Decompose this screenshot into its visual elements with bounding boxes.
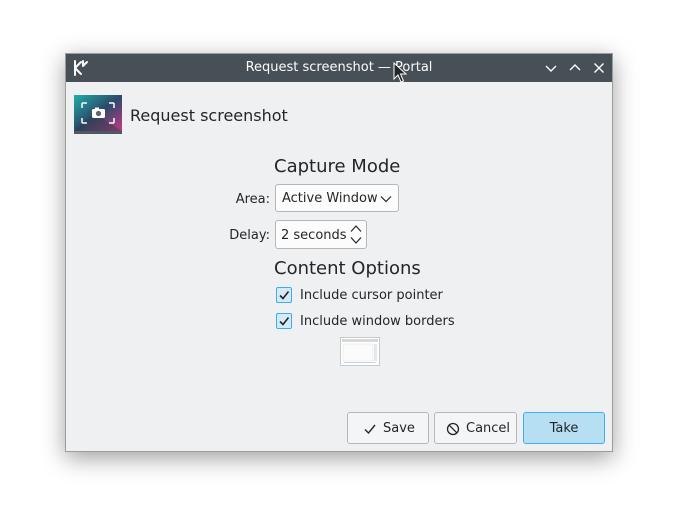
- delay-label: Delay:: [229, 228, 270, 243]
- dialog-header-title: Request screenshot: [130, 106, 288, 125]
- save-button-label: Save: [383, 421, 415, 436]
- include-cursor-checkbox[interactable]: [276, 287, 292, 303]
- portal-dialog-window: Request screenshot — Portal Request scre…: [65, 53, 613, 452]
- minimize-button[interactable]: [543, 60, 559, 76]
- spin-down-icon[interactable]: [350, 236, 362, 245]
- chevron-down-icon: [380, 196, 392, 203]
- maximize-button[interactable]: [567, 60, 583, 76]
- content-options-heading: Content Options: [274, 258, 421, 279]
- chevron-down-icon: [545, 65, 557, 72]
- cancel-button-label: Cancel: [466, 421, 511, 436]
- save-button[interactable]: Save: [347, 412, 429, 444]
- capture-mode-heading: Capture Mode: [274, 156, 401, 177]
- spin-up-icon[interactable]: [350, 224, 362, 233]
- checkmark-icon: [279, 317, 290, 326]
- chevron-up-icon: [569, 64, 581, 71]
- mouse-cursor-icon: [393, 62, 407, 83]
- title-bar[interactable]: Request screenshot — Portal: [66, 54, 612, 82]
- checkmark-icon: [364, 424, 376, 435]
- cancel-circle-icon: [446, 422, 460, 436]
- include-cursor-label: Include cursor pointer: [300, 288, 443, 303]
- include-borders-checkbox[interactable]: [276, 313, 292, 329]
- cancel-button[interactable]: Cancel: [434, 412, 517, 444]
- delay-spinbox[interactable]: 2 seconds: [275, 220, 367, 249]
- area-value: Active Window: [282, 191, 378, 206]
- close-icon: [594, 63, 604, 73]
- take-button[interactable]: Take: [523, 412, 605, 444]
- take-button-label: Take: [549, 421, 579, 436]
- screenshot-preview-thumbnail: [340, 337, 380, 366]
- preview-image: [341, 338, 379, 365]
- delay-value: 2 seconds: [281, 228, 347, 243]
- window-title: Request screenshot — Portal: [245, 60, 433, 75]
- area-label: Area:: [235, 192, 270, 207]
- screenshot-app-icon: [74, 95, 122, 134]
- close-button[interactable]: [591, 60, 607, 76]
- include-borders-label: Include window borders: [300, 314, 455, 329]
- checkmark-icon: [279, 291, 290, 300]
- area-combobox[interactable]: Active Window: [275, 184, 399, 212]
